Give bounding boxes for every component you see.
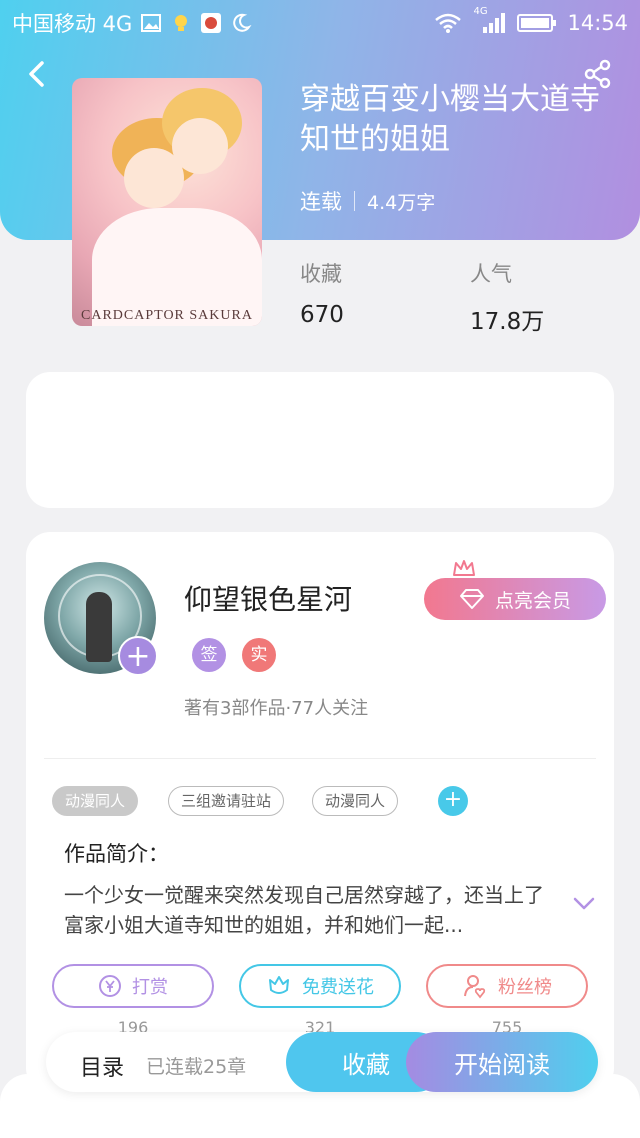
back-button[interactable] bbox=[20, 58, 52, 90]
send-flower-button[interactable]: 免费送花 bbox=[239, 964, 401, 1008]
book-meta: 连载 4.4万字 bbox=[300, 186, 435, 216]
signal-icon: 4G bbox=[473, 6, 507, 34]
blank-card bbox=[26, 372, 614, 508]
signed-badge: 签 bbox=[192, 638, 226, 672]
book-status: 连载 bbox=[300, 190, 342, 214]
follow-author-button[interactable]: + bbox=[118, 636, 158, 676]
crown-icon bbox=[453, 560, 475, 576]
start-reading-label: 开始阅读 bbox=[454, 1050, 550, 1079]
vip-button[interactable]: 点亮会员 bbox=[424, 578, 606, 620]
card-divider bbox=[44, 758, 596, 759]
meta-divider bbox=[354, 191, 355, 211]
toc-button[interactable]: 目录 bbox=[80, 1050, 124, 1082]
wifi-icon bbox=[433, 12, 463, 34]
avatar-figure bbox=[86, 592, 112, 662]
word-count: 4.4万字 bbox=[367, 191, 436, 214]
clock: 14:54 bbox=[567, 11, 628, 35]
back-arrow-icon bbox=[29, 61, 44, 87]
tag-item[interactable]: 动漫同人 bbox=[52, 786, 139, 816]
status-bar: 中国移动 4G 4G 14:54 bbox=[0, 0, 640, 46]
intro-title: 作品简介： bbox=[64, 842, 169, 866]
cover-art-shape bbox=[172, 118, 228, 174]
tag-item[interactable]: 动漫同人 bbox=[312, 786, 399, 816]
carrier-label: 中国移动 4G bbox=[12, 12, 133, 36]
battery-icon bbox=[517, 12, 557, 34]
flower-icon bbox=[269, 976, 289, 994]
start-reading-button[interactable]: 开始阅读 bbox=[406, 1032, 598, 1092]
diamond-icon bbox=[459, 589, 484, 609]
chevron-down-icon[interactable] bbox=[572, 894, 596, 914]
author-name[interactable]: 仰望银色星河 bbox=[184, 578, 352, 618]
book-cover[interactable]: CARDCAPTOR SAKURA bbox=[72, 78, 262, 326]
vip-button-label: 点亮会员 bbox=[494, 589, 571, 612]
send-flower-label: 免费送花 bbox=[302, 977, 374, 998]
fan-heart-icon bbox=[464, 975, 486, 999]
cover-caption: CARDCAPTOR SAKURA bbox=[81, 308, 253, 323]
intro-text: 一个少女一觉醒来突然发现自己居然穿越了，还当上了富家小姐大道寺知世的姐姐，并和她… bbox=[64, 883, 544, 937]
collect-value: 670 bbox=[300, 302, 344, 328]
collect-label: 收藏 bbox=[300, 262, 342, 286]
network-type-label: 4G bbox=[473, 6, 488, 17]
app-notification-icon bbox=[200, 12, 222, 34]
popularity-label: 人气 bbox=[470, 262, 512, 286]
chapter-count[interactable]: 已连载25章 bbox=[146, 1052, 246, 1079]
popularity-stat: 人气 17.8万 bbox=[470, 258, 544, 336]
popularity-value: 17.8万 bbox=[470, 309, 545, 335]
tip-button[interactable]: 打赏 bbox=[52, 964, 214, 1008]
image-notification-icon bbox=[140, 12, 162, 34]
moon-icon bbox=[230, 12, 252, 34]
tip-label: 打赏 bbox=[132, 977, 168, 998]
fan-rank-button[interactable]: 粉丝榜 bbox=[426, 964, 588, 1008]
bulb-notification-icon bbox=[170, 12, 192, 34]
yen-icon bbox=[99, 975, 121, 997]
author-summary: 著有3部作品·77人关注 bbox=[184, 698, 369, 719]
collect-stat: 收藏 670 bbox=[300, 258, 344, 328]
add-tag-button[interactable]: + bbox=[438, 786, 468, 816]
verified-badge: 实 bbox=[242, 638, 276, 672]
tag-item[interactable]: 三组邀请驻站 bbox=[168, 786, 285, 816]
favorite-label: 收藏 bbox=[342, 1050, 390, 1079]
book-title: 穿越百变小樱当大道寺知世的姐姐 bbox=[300, 82, 600, 157]
fan-rank-label: 粉丝榜 bbox=[498, 977, 552, 998]
